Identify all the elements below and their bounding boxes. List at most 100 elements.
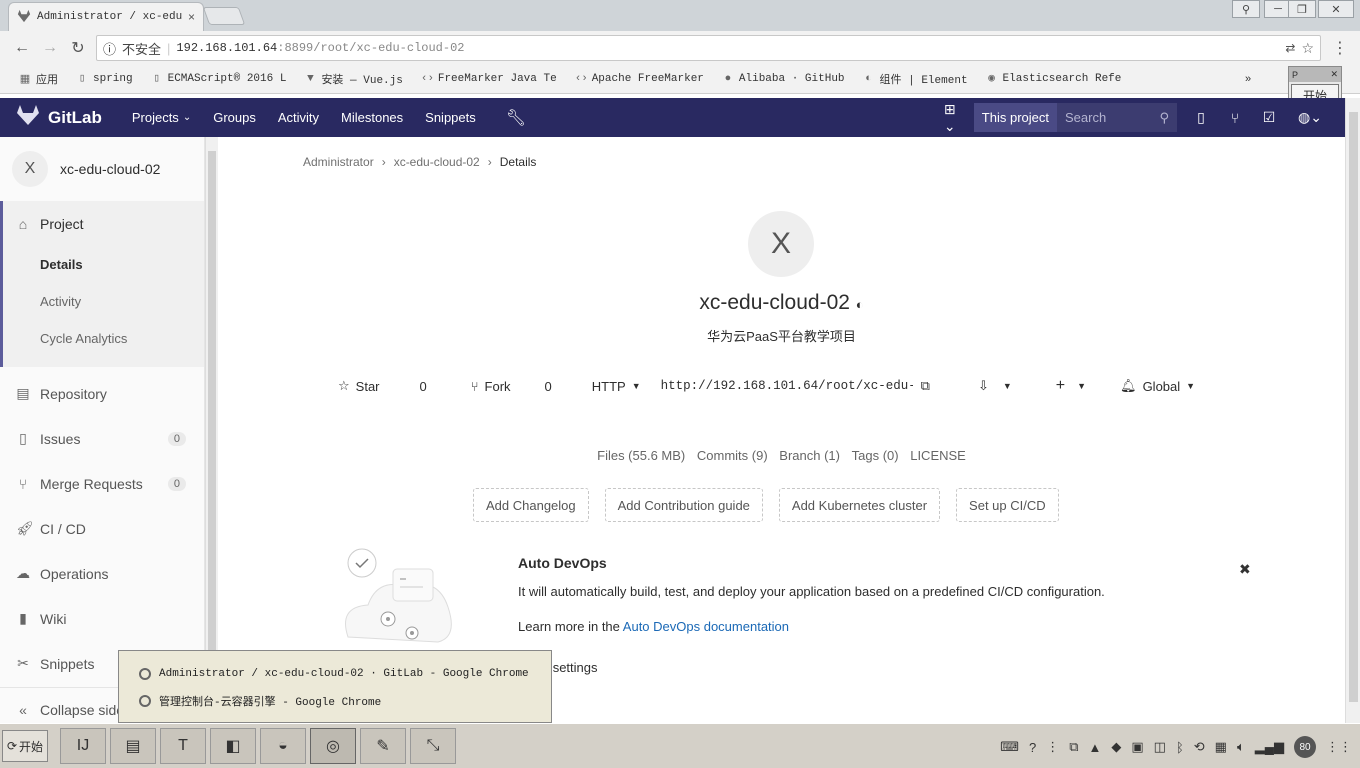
add-contribution-guide-button[interactable]: Add Contribution guide <box>604 488 763 522</box>
stat-branch[interactable]: Branch (1) <box>779 448 840 463</box>
bookmark-item[interactable]: ‹› FreeMarker Java Te <box>412 73 566 85</box>
star-button[interactable]: ☆ Star <box>338 378 380 394</box>
sidebar-subitem-details[interactable]: Details <box>3 246 204 283</box>
download-dropdown[interactable]: ⇩ ▼ <box>978 378 1012 394</box>
setup-ci-cd-button[interactable]: Set up CI/CD <box>956 488 1059 522</box>
stat-files[interactable]: Files (55.6 MB) <box>597 448 685 463</box>
app-tray-icon[interactable]: ◆ <box>1111 739 1121 755</box>
reload-icon[interactable]: ↻ <box>64 34 92 62</box>
bookmark-item[interactable]: ▯ spring <box>67 73 142 85</box>
gitlab-logo[interactable]: GitLab <box>16 104 102 131</box>
nav-projects[interactable]: Projects ⌄ <box>132 110 191 125</box>
file-manager-icon[interactable]: ▤ <box>110 728 156 764</box>
profile-icon[interactable]: ⚲ <box>1232 0 1260 18</box>
breadcrumb-item[interactable]: Administrator <box>303 155 374 169</box>
notification-tray-icon[interactable]: ▲ <box>1088 740 1101 755</box>
clone-url-input[interactable] <box>660 379 913 393</box>
add-kubernetes-cluster-button[interactable]: Add Kubernetes cluster <box>778 488 941 522</box>
back-arrow-icon[interactable]: ← <box>8 34 36 62</box>
copy-clipboard-icon[interactable]: ⧉ <box>921 378 930 394</box>
nav-groups[interactable]: Groups <box>213 110 256 125</box>
bookmark-item[interactable]: ◐ 组件 | Element <box>854 71 977 87</box>
address-bar[interactable]: ⓘ 不安全 | 192.168.101.64:8899/root/xc-edu-… <box>96 35 1321 61</box>
star-count[interactable]: 0 <box>420 379 427 394</box>
tray-number-badge[interactable]: 80 <box>1294 736 1316 758</box>
nav-activity[interactable]: Activity <box>278 110 319 125</box>
chrome-menu-icon[interactable]: ⋮ <box>1326 34 1354 62</box>
bookmark-item[interactable]: ▦ 应用 <box>10 71 67 87</box>
gpu-tray-icon[interactable]: ▣ <box>1131 739 1143 755</box>
translate-icon[interactable]: ⇄ <box>1285 41 1295 55</box>
tools-app-icon[interactable]: ✎ <box>360 728 406 764</box>
display-tray-icon[interactable]: ◫ <box>1154 739 1166 755</box>
book-app-icon[interactable]: ◧ <box>210 728 256 764</box>
capture-app-icon[interactable]: ⤡ <box>410 728 456 764</box>
sidebar-item-project[interactable]: ⌂ Project <box>3 201 204 246</box>
url-text[interactable]: 192.168.101.64:8899/root/xc-edu-cloud-02 <box>176 41 464 55</box>
add-changelog-button[interactable]: Add Changelog <box>473 488 589 522</box>
tray-expand-icon[interactable]: ⋮ <box>1046 739 1059 755</box>
close-window-button[interactable]: ✕ <box>1318 0 1354 18</box>
breadcrumb-current[interactable]: Details <box>500 155 537 169</box>
maximize-button[interactable]: ❐ <box>1288 0 1316 18</box>
browser-tab-active[interactable]: Administrator / xc-edu × <box>8 2 204 31</box>
search-input[interactable]: Search ⚲ <box>1057 103 1177 132</box>
stat-license[interactable]: LICENSE <box>910 448 966 463</box>
user-avatar-icon[interactable]: ◍⌄ <box>1293 109 1327 126</box>
sidebar-item-issues[interactable]: ▯ Issues 0 <box>0 416 204 461</box>
signal-icon[interactable]: ▂▄▆ <box>1255 739 1284 755</box>
forward-arrow-icon[interactable]: → <box>36 34 64 62</box>
tray-grid-icon[interactable]: ⋮⋮ <box>1326 739 1352 755</box>
sidebar-scrollbar[interactable] <box>205 137 218 723</box>
help-icon[interactable]: ? <box>1029 740 1036 755</box>
intellij-icon[interactable]: IJ <box>60 728 106 764</box>
volume-icon[interactable]: 🔈︎ <box>1237 739 1245 755</box>
sidebar-item-merge-requests[interactable]: ⑂ Merge Requests 0 <box>0 461 204 506</box>
merge-requests-header-icon[interactable]: ⑂ <box>1225 110 1245 126</box>
stat-commits[interactable]: Commits (9) <box>697 448 768 463</box>
page-scrollbar-thumb[interactable] <box>1349 112 1358 702</box>
sidebar-item-repository[interactable]: ▤ Repository <box>0 371 204 416</box>
sidebar-item-ci-cd[interactable]: 🚀︎ CI / CD <box>0 506 204 551</box>
chrome-taskbar-icon[interactable]: ◎ <box>310 728 356 764</box>
tab-close-icon[interactable]: × <box>188 10 195 24</box>
fork-count[interactable]: 0 <box>545 379 552 394</box>
nav-snippets[interactable]: Snippets <box>425 110 476 125</box>
new-tab-button[interactable] <box>202 7 246 25</box>
admin-wrench-icon[interactable]: 🔧︎ <box>506 108 526 128</box>
protocol-dropdown[interactable]: HTTP ▼ <box>592 379 641 394</box>
bookmarks-overflow-button[interactable]: » <box>1236 73 1260 85</box>
close-banner-icon[interactable]: ✖ <box>1239 561 1251 578</box>
bluetooth-icon[interactable]: ᛒ <box>1176 740 1184 755</box>
page-scrollbar[interactable] <box>1345 98 1360 723</box>
text-editor-icon[interactable]: T <box>160 728 206 764</box>
auto-devops-docs-link[interactable]: Auto DevOps documentation <box>623 619 789 634</box>
sidebar-item-operations[interactable]: ☁ Operations <box>0 551 204 596</box>
start-button[interactable]: ⟳ 开始 <box>2 730 48 762</box>
add-dropdown[interactable]: + ▼ <box>1056 377 1086 395</box>
bookmark-item[interactable]: ● Alibaba · GitHub <box>713 73 854 85</box>
sidebar-subitem-activity[interactable]: Activity <box>3 283 204 320</box>
sidebar-project-header[interactable]: X xc-edu-cloud-02 <box>0 137 204 201</box>
new-plus-icon[interactable]: ⊞ ⌄ <box>940 101 960 135</box>
network-icon[interactable]: ⧉ <box>1069 739 1078 755</box>
sidebar-subitem-cycle-analytics[interactable]: Cycle Analytics <box>3 320 204 357</box>
nav-milestones[interactable]: Milestones <box>341 110 403 125</box>
issues-header-icon[interactable]: ▯ <box>1191 109 1211 126</box>
todos-check-icon[interactable]: ☑ <box>1259 109 1279 126</box>
fork-button[interactable]: ⑂ Fork <box>471 379 511 394</box>
bookmark-item[interactable]: ‹› Apache FreeMarker <box>566 73 713 85</box>
breadcrumb-item[interactable]: xc-edu-cloud-02 <box>394 155 480 169</box>
sidebar-scrollbar-thumb[interactable] <box>208 151 216 721</box>
notification-dropdown[interactable]: 🔔︎ Global ▼ <box>1120 378 1195 394</box>
shell-app-icon[interactable]: ◒ <box>260 728 306 764</box>
stat-tags[interactable]: Tags (0) <box>852 448 899 463</box>
window-list-item[interactable]: Administrator / xc-edu-cloud-02 · GitLab… <box>119 660 551 687</box>
bookmark-item[interactable]: ▼ 安装 — Vue.js <box>295 71 411 87</box>
sync-icon[interactable]: ⟲ <box>1194 739 1205 755</box>
bookmark-star-icon[interactable]: ☆ <box>1301 40 1314 57</box>
sidebar-item-wiki[interactable]: ▮ Wiki <box>0 596 204 641</box>
widget-close-icon[interactable]: ✕ <box>1330 69 1338 80</box>
bookmark-item[interactable]: ▯ ECMAScript® 2016 L <box>142 73 296 85</box>
clipboard-tray-icon[interactable]: ▦ <box>1215 739 1227 755</box>
